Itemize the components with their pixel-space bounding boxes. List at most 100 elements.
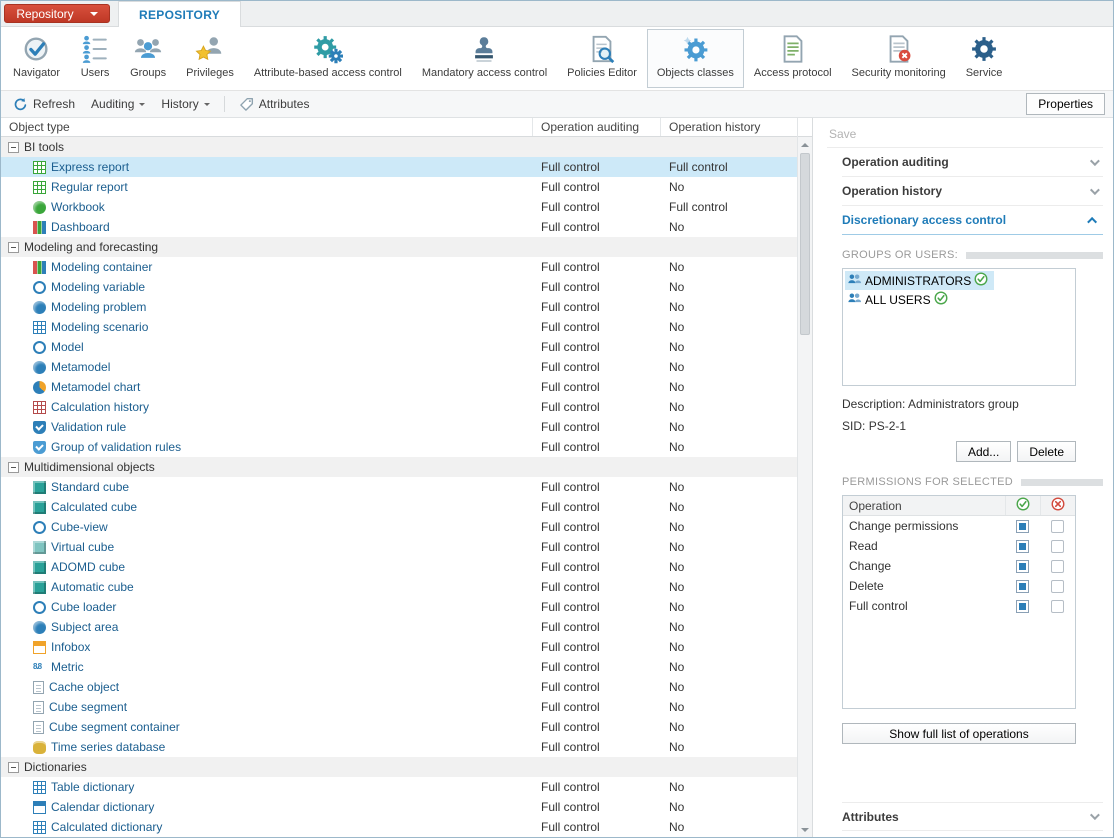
collapse-expander-icon[interactable] <box>8 461 19 473</box>
ribbon-item-users[interactable]: Users <box>70 29 120 88</box>
table-row[interactable]: Cube-view Full control No <box>1 517 797 537</box>
auditing-dropdown[interactable]: Auditing <box>83 94 153 114</box>
cube-view-icon <box>33 520 46 534</box>
table-row[interactable]: Subject area Full control No <box>1 617 797 637</box>
operation-auditing-value: Full control <box>541 640 600 654</box>
adomd-cube-icon <box>33 560 46 574</box>
ribbon-item-privileges[interactable]: Privileges <box>176 29 244 88</box>
scroll-up-button[interactable] <box>798 137 812 151</box>
table-row[interactable]: Automatic cube Full control No <box>1 577 797 597</box>
tab-repository[interactable]: REPOSITORY <box>118 1 242 27</box>
allow-checkbox[interactable] <box>1016 559 1029 573</box>
ribbon-item-mandatory-access-control[interactable]: Mandatory access control <box>412 29 557 88</box>
table-row[interactable]: Infobox Full control No <box>1 637 797 657</box>
table-row[interactable]: Metamodel Full control No <box>1 357 797 377</box>
table-row[interactable]: Validation rule Full control No <box>1 417 797 437</box>
allow-checkbox[interactable] <box>1016 519 1029 533</box>
table-row[interactable]: MetricFull controlNo <box>1 657 797 677</box>
collapse-expander-icon[interactable] <box>8 241 19 253</box>
table-row[interactable]: Calculated cube Full control No <box>1 497 797 517</box>
add-button[interactable]: Add... <box>955 441 1012 462</box>
table-row[interactable]: Modeling container Full control No <box>1 257 797 277</box>
group-row[interactable]: Dictionaries <box>1 757 797 777</box>
deny-checkbox[interactable] <box>1051 559 1064 573</box>
table-row[interactable]: Modeling scenario Full control No <box>1 317 797 337</box>
column-object-type[interactable]: Object type <box>1 118 533 136</box>
group-row[interactable]: Multidimensional objects <box>1 457 797 477</box>
deny-checkbox[interactable] <box>1051 579 1064 593</box>
groups-or-users-list[interactable]: ADMINISTRATORS ALL USERS <box>842 268 1076 386</box>
scrollbar-thumb[interactable] <box>800 153 810 335</box>
arrow-up-icon <box>801 139 809 147</box>
table-row[interactable]: Group of validation rules Full control No <box>1 437 797 457</box>
table-row[interactable]: Regular report Full control No <box>1 177 797 197</box>
repository-menu-button[interactable]: Repository <box>4 4 110 23</box>
collapse-expander-icon[interactable] <box>8 141 19 153</box>
operation-history-value <box>661 137 797 157</box>
allow-checkbox[interactable] <box>1016 599 1029 613</box>
section-discretionary-access-control[interactable]: Discretionary access control <box>842 206 1103 235</box>
group-list-item[interactable]: ADMINISTRATORS <box>845 271 1073 290</box>
table-row[interactable]: Calculation history Full control No <box>1 397 797 417</box>
table-row[interactable]: Standard cube Full control No <box>1 477 797 497</box>
table-row[interactable]: Metamodel chart Full control No <box>1 377 797 397</box>
permission-row: Full control <box>843 596 1075 616</box>
section-operation-history[interactable]: Operation history <box>842 177 1103 206</box>
allow-checkbox[interactable] <box>1016 579 1029 593</box>
column-operation-history[interactable]: Operation history <box>661 118 797 136</box>
refresh-button[interactable]: Refresh <box>5 94 83 115</box>
group-list-item[interactable]: ALL USERS <box>845 290 1073 309</box>
table-row[interactable]: Cache object Full control No <box>1 677 797 697</box>
table-row[interactable]: Table dictionary Full control No <box>1 777 797 797</box>
scrollbar-track[interactable] <box>798 151 812 823</box>
table-row[interactable]: Virtual cube Full control No <box>1 537 797 557</box>
table-row[interactable]: Cube segment container Full control No <box>1 717 797 737</box>
table-row[interactable]: Cube loader Full control No <box>1 597 797 617</box>
table-row[interactable]: Calendar dictionary Full control No <box>1 797 797 817</box>
ribbon-item-security-monitoring[interactable]: Security monitoring <box>842 29 956 88</box>
table-row[interactable]: Calculated dictionary Full control No <box>1 817 797 837</box>
table-row[interactable]: Workbook Full control Full control <box>1 197 797 217</box>
table-row[interactable]: ADOMD cube Full control No <box>1 557 797 577</box>
table-row[interactable]: Modeling problem Full control No <box>1 297 797 317</box>
table-row[interactable]: Time series database Full control No <box>1 737 797 757</box>
table-row[interactable]: Modeling variable Full control No <box>1 277 797 297</box>
ribbon-item-navigator[interactable]: Navigator <box>3 29 70 88</box>
chevron-down-icon <box>1089 155 1100 166</box>
table-row[interactable]: Cube segment Full control No <box>1 697 797 717</box>
ribbon-item-objects-classes[interactable]: Objects classes <box>646 29 744 88</box>
properties-button[interactable]: Properties <box>1026 93 1105 115</box>
ribbon-item-policies-editor[interactable]: Policies Editor <box>557 29 647 88</box>
table-row[interactable]: Dashboard Full control No <box>1 217 797 237</box>
section-attributes[interactable]: Attributes <box>842 802 1103 831</box>
group-row[interactable]: BI tools <box>1 137 797 157</box>
operation-history-value: No <box>669 340 685 354</box>
table-row[interactable]: Express report Full control Full control <box>1 157 797 177</box>
scroll-down-button[interactable] <box>798 823 812 837</box>
show-full-list-button[interactable]: Show full list of operations <box>842 723 1076 744</box>
ribbon-item-groups[interactable]: Groups <box>120 29 176 88</box>
time-series-database-icon <box>33 740 46 754</box>
history-dropdown[interactable]: History <box>153 94 217 114</box>
collapse-expander-icon[interactable] <box>8 761 19 773</box>
delete-button[interactable]: Delete <box>1017 441 1076 462</box>
metamodel-icon <box>33 360 46 374</box>
deny-checkbox[interactable] <box>1051 599 1064 613</box>
description-value: Administrators group <box>908 397 1019 411</box>
permission-row: Delete <box>843 576 1075 596</box>
operation-history-value: No <box>669 300 685 314</box>
ribbon-item-attribute-based-access-control[interactable]: Attribute-based access control <box>244 29 412 88</box>
operation-history-value: No <box>669 780 685 794</box>
group-row[interactable]: Modeling and forecasting <box>1 237 797 257</box>
section-operation-auditing[interactable]: Operation auditing <box>842 148 1103 177</box>
ribbon-item-access-protocol[interactable]: Access protocol <box>744 29 842 88</box>
deny-checkbox[interactable] <box>1051 519 1064 533</box>
table-row[interactable]: Model Full control No <box>1 337 797 357</box>
save-button[interactable]: Save <box>827 120 1103 148</box>
deny-checkbox[interactable] <box>1051 539 1064 553</box>
allow-checkbox[interactable] <box>1016 539 1029 553</box>
column-operation-auditing[interactable]: Operation auditing <box>533 118 661 136</box>
ribbon-item-service[interactable]: Service <box>956 29 1013 88</box>
attributes-button[interactable]: Attributes <box>231 94 318 115</box>
table-scrollbar[interactable] <box>797 118 812 837</box>
